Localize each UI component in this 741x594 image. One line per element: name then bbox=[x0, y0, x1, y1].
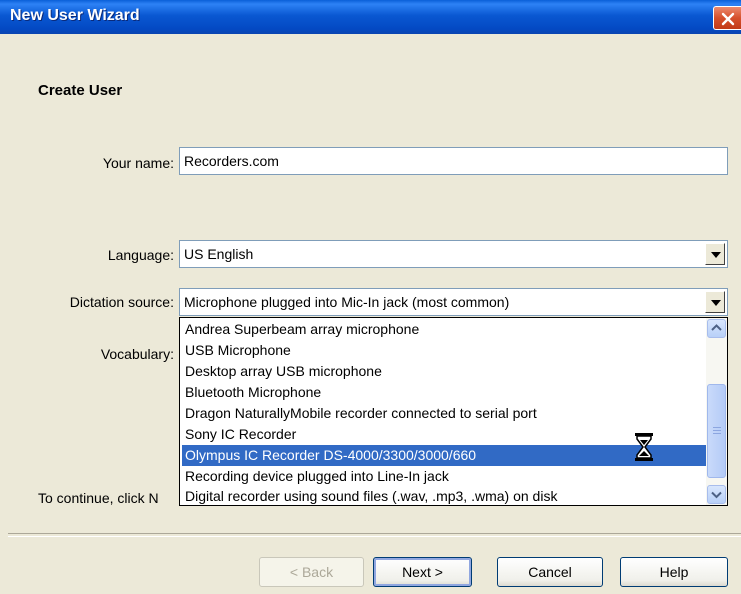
grip-line bbox=[713, 433, 721, 434]
list-item[interactable]: Desktop array USB microphone bbox=[182, 361, 706, 382]
name-label: Your name: bbox=[102, 155, 174, 171]
list-item[interactable]: Digital recorder using sound files (.wav… bbox=[182, 486, 706, 505]
footer-divider bbox=[8, 533, 741, 537]
chevron-down-icon bbox=[711, 491, 722, 499]
scroll-up-button[interactable] bbox=[707, 319, 726, 338]
list-item[interactable]: Sony IC Recorder bbox=[182, 424, 706, 445]
list-item[interactable]: Recording device plugged into Line-In ja… bbox=[182, 466, 706, 487]
source-label: Dictation source: bbox=[69, 294, 174, 310]
list-item-selected[interactable]: Olympus IC Recorder DS-4000/3300/3000/66… bbox=[182, 445, 706, 466]
next-button[interactable]: Next > bbox=[373, 557, 472, 587]
list-item[interactable]: Andrea Superbeam array microphone bbox=[182, 319, 706, 340]
continue-text: To continue, click N bbox=[38, 490, 159, 506]
page-heading: Create User bbox=[38, 82, 123, 99]
chevron-down-icon[interactable] bbox=[705, 291, 725, 313]
vocabulary-label: Vocabulary: bbox=[100, 346, 174, 362]
source-value: Microphone plugged into Mic-In jack (mos… bbox=[184, 294, 510, 310]
language-select[interactable]: US English bbox=[179, 240, 728, 268]
source-select[interactable]: Microphone plugged into Mic-In jack (mos… bbox=[179, 288, 728, 316]
back-button[interactable]: < Back bbox=[259, 557, 364, 587]
hourglass-cursor-icon bbox=[635, 433, 653, 461]
list-item[interactable]: USB Microphone bbox=[182, 340, 706, 361]
list-item[interactable]: Dragon NaturallyMobile recorder connecte… bbox=[182, 403, 706, 424]
vertical-scrollbar[interactable] bbox=[706, 318, 727, 505]
cancel-button[interactable]: Cancel bbox=[497, 557, 603, 587]
name-input[interactable]: Recorders.com bbox=[179, 147, 728, 175]
help-button[interactable]: Help bbox=[620, 557, 728, 587]
close-button[interactable] bbox=[713, 6, 741, 30]
scroll-down-button[interactable] bbox=[707, 485, 726, 504]
title-bar: New User Wizard bbox=[0, 0, 741, 34]
language-value: US English bbox=[184, 246, 254, 262]
grip-line bbox=[713, 427, 721, 428]
window-title: New User Wizard bbox=[10, 7, 140, 24]
close-icon bbox=[721, 12, 735, 26]
scroll-thumb[interactable] bbox=[707, 384, 726, 478]
chevron-down-icon[interactable] bbox=[705, 243, 725, 265]
list-item[interactable]: Bluetooth Microphone bbox=[182, 382, 706, 403]
language-label: Language: bbox=[107, 247, 174, 263]
chevron-up-icon bbox=[711, 324, 722, 331]
grip-line bbox=[713, 430, 721, 431]
source-dropdown-list[interactable]: Andrea Superbeam array microphone USB Mi… bbox=[179, 317, 728, 506]
